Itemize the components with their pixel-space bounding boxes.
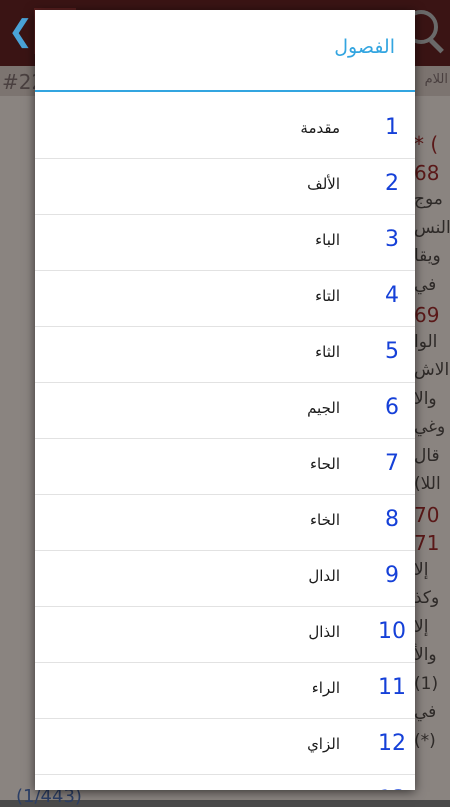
chapter-row[interactable]: الحاء 7 [35, 439, 415, 495]
chapter-name: مقدمة [300, 119, 340, 137]
background-text-line: 70 [414, 502, 440, 527]
chapter-row[interactable]: الراء 11 [35, 663, 415, 719]
background-text-line: وكذ [414, 588, 440, 608]
chapter-row[interactable]: الجيم 6 [35, 383, 415, 439]
chapter-name: الدال [308, 567, 340, 585]
background-text-line: والا [414, 388, 437, 409]
background-text-line: 68 [414, 160, 440, 185]
chapter-row[interactable]: التاء 4 [35, 271, 415, 327]
chapter-name: الخاء [309, 511, 340, 529]
chapter-name: الألف [307, 175, 340, 193]
chapter-row[interactable]: الثاء 5 [35, 327, 415, 383]
chapter-list: مقدمة 1 الألف 2 الباء 3 التاء 4 الثاء 5 الجيم 6 الحا… [35, 103, 415, 790]
back-chevron-icon: ❮ [8, 14, 34, 49]
background-text-line: (*) [414, 730, 436, 751]
chapter-name: الذال [308, 623, 340, 641]
background-text-line: الوا [414, 331, 438, 352]
background-text-line: وغي [414, 417, 446, 437]
chapter-row[interactable]: مقدمة 1 [35, 103, 415, 159]
chapter-number: 12 [378, 731, 406, 756]
chapter-number: 10 [378, 619, 406, 644]
chapter-number: 5 [385, 339, 399, 364]
chapter-name: الزاي [307, 735, 340, 753]
chapter-row[interactable]: الزاي 12 [35, 719, 415, 775]
background-text-line: في [414, 274, 437, 295]
chapter-row[interactable]: الدال 9 [35, 551, 415, 607]
chapter-number: 3 [385, 227, 399, 252]
background-text-line: والأ [414, 645, 437, 665]
background-text-line: إلا [414, 616, 429, 637]
background-text-line: (اللا [414, 474, 441, 494]
chapter-row[interactable]: الباء 3 [35, 215, 415, 271]
chapter-number: 2 [385, 171, 399, 196]
chapter-number: 7 [385, 451, 399, 476]
chapter-number: 11 [378, 675, 406, 700]
chapter-name: الثاء [315, 343, 340, 361]
chapter-name: الباء [315, 231, 340, 249]
chapter-row[interactable]: 13 [35, 775, 415, 790]
background-text-line: (1) [414, 673, 439, 694]
chapter-name: الجيم [307, 399, 340, 417]
background-text-line: ويقا [414, 246, 441, 266]
dialog-header: الفصول [35, 10, 415, 90]
chapter-number: 13 [377, 787, 407, 790]
background-text-line: قال [414, 445, 440, 466]
background-meta-label: اللام [424, 72, 448, 87]
background-text-line: النس [414, 217, 450, 238]
dialog-title: الفصول [334, 36, 395, 58]
chapter-number: 8 [385, 507, 399, 532]
dialog-divider [35, 90, 415, 92]
chapters-dialog: الفصول مقدمة 1 الألف 2 الباء 3 التاء 4 الثاء 5 الج… [35, 10, 415, 790]
chapter-name: التاء [315, 287, 340, 305]
background-text-line: إلا [414, 559, 429, 580]
background-text-line: موج [414, 189, 443, 209]
chapter-name: الراء [311, 679, 340, 697]
background-text-line: 69 [414, 303, 440, 327]
background-text-line: 71 [414, 531, 440, 555]
background-text-line: * ( [414, 132, 439, 156]
chapter-name: الحاء [309, 455, 340, 473]
chapter-number: 4 [385, 283, 399, 308]
background-text-line: الاش [414, 360, 450, 380]
chapter-row[interactable]: الألف 2 [35, 159, 415, 215]
chapter-number: 9 [385, 563, 399, 588]
chapter-number: 1 [385, 115, 399, 140]
chapter-row[interactable]: الخاء 8 [35, 495, 415, 551]
chapter-number: 6 [385, 395, 399, 420]
background-text-line: في [414, 702, 437, 722]
chapter-row[interactable]: الذال 10 [35, 607, 415, 663]
